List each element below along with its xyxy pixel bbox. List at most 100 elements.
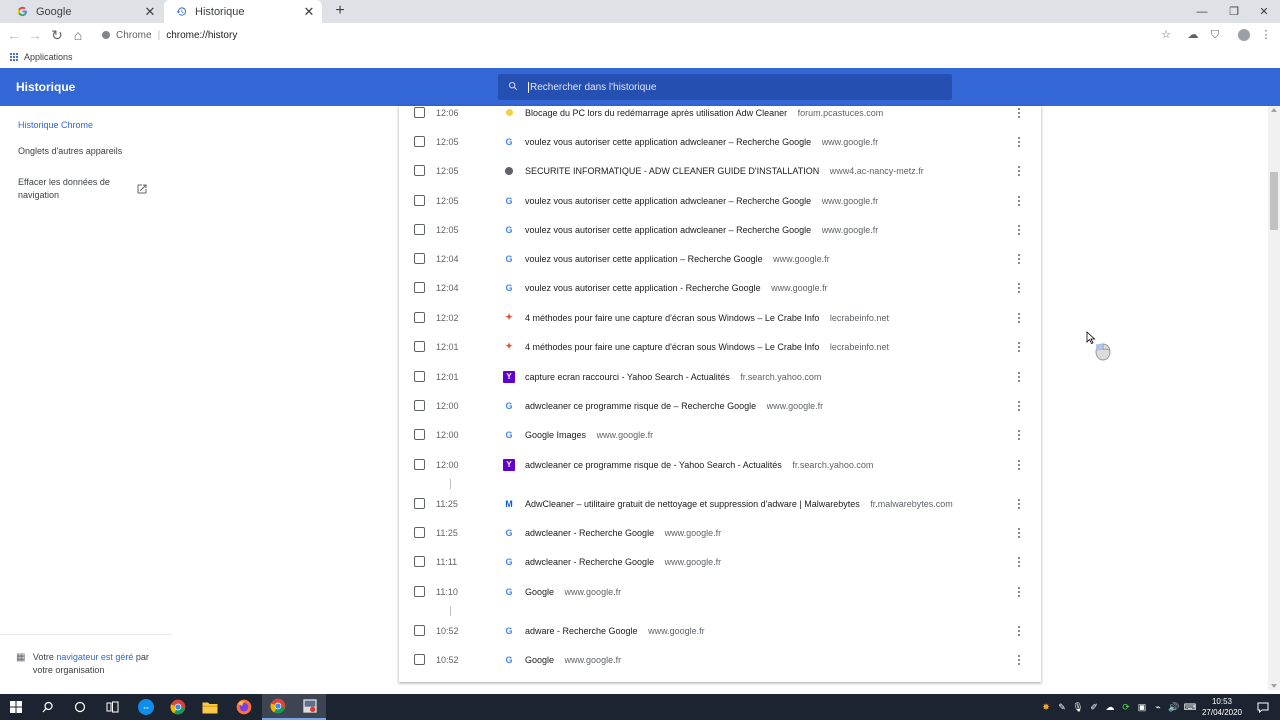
row-checkbox[interactable] (414, 195, 425, 206)
history-row[interactable]: 12:05 SECURITE INFORMATIQUE - ADW CLEANE… (399, 156, 1041, 185)
extension-shield-icon[interactable]: ⛉ (1207, 27, 1223, 43)
task-view-icon[interactable] (96, 694, 128, 720)
search-icon[interactable] (32, 694, 64, 720)
row-menu-icon[interactable] (1013, 585, 1025, 599)
row-domain[interactable]: www.google.fr (822, 196, 879, 206)
history-row[interactable]: 12:05 G voulez vous autoriser cette appl… (399, 215, 1041, 244)
row-title[interactable]: voulez vous autoriser cette application … (525, 254, 763, 264)
history-row[interactable]: 12:00 G Google Images www.google.fr (399, 420, 1041, 449)
home-icon[interactable]: ⌂ (70, 27, 86, 43)
row-menu-icon[interactable] (1013, 135, 1025, 149)
row-checkbox[interactable] (414, 654, 425, 665)
row-domain[interactable]: www.google.fr (565, 587, 622, 597)
open-external-icon[interactable] (136, 183, 148, 195)
history-row[interactable]: 12:01 Y capture ecran raccourci - Yahoo … (399, 362, 1041, 391)
history-row[interactable]: 12:00 Y adwcleaner ce programme risque d… (399, 450, 1041, 479)
row-menu-icon[interactable] (1013, 458, 1025, 472)
sidebar-item-clear-data[interactable]: Effacer les données de navigation (18, 176, 128, 202)
row-title[interactable]: adwcleaner - Recherche Google (525, 557, 654, 567)
row-menu-icon[interactable] (1013, 399, 1025, 413)
row-title[interactable]: Blocage du PC lors du redémarrage après … (525, 108, 787, 118)
profile-avatar-icon[interactable] (1236, 27, 1252, 43)
page-scrollbar[interactable] (1268, 106, 1280, 690)
row-checkbox[interactable] (414, 253, 425, 264)
history-row[interactable]: 12:00 G adwcleaner ce programme risque d… (399, 391, 1041, 420)
row-checkbox[interactable] (414, 527, 425, 538)
tray-pen-icon[interactable]: ✎ (1054, 694, 1070, 720)
row-checkbox[interactable] (414, 400, 425, 411)
row-title[interactable]: capture ecran raccourci - Yahoo Search -… (525, 372, 730, 382)
network-icon[interactable]: ⌁ (1150, 694, 1166, 720)
row-checkbox[interactable] (414, 498, 425, 509)
row-menu-icon[interactable] (1013, 223, 1025, 237)
row-menu-icon[interactable] (1013, 194, 1025, 208)
screen-recorder-icon[interactable] (294, 694, 326, 720)
row-domain[interactable]: fr.malwarebytes.com (870, 499, 953, 509)
row-checkbox[interactable] (414, 429, 425, 440)
history-row[interactable]: 10:52 G Google www.google.fr (399, 645, 1041, 674)
row-menu-icon[interactable] (1013, 281, 1025, 295)
keyboard-icon[interactable]: ⌨ (1182, 694, 1198, 720)
row-domain[interactable]: www.google.fr (648, 626, 705, 636)
row-domain[interactable]: lecrabeinfo.net (830, 342, 889, 352)
forward-arrow-icon[interactable]: → (27, 27, 43, 43)
history-row[interactable]: 11:25 G adwcleaner - Recherche Google ww… (399, 518, 1041, 547)
chrome-icon[interactable] (162, 694, 194, 720)
row-menu-icon[interactable] (1013, 526, 1025, 540)
onedrive-icon[interactable]: ☁ (1102, 694, 1118, 720)
row-domain[interactable]: www.google.fr (773, 254, 830, 264)
tab-close-icon[interactable]: ✕ (143, 4, 157, 19)
row-title[interactable]: voulez vous autoriser cette application … (525, 225, 811, 235)
back-arrow-icon[interactable]: ← (6, 27, 22, 43)
row-checkbox[interactable] (414, 312, 425, 323)
sidebar-item-chrome-history[interactable]: Historique Chrome (18, 120, 93, 130)
file-explorer-icon[interactable] (194, 694, 226, 720)
row-checkbox[interactable] (414, 282, 425, 293)
row-checkbox[interactable] (414, 586, 425, 597)
reload-icon[interactable]: ↻ (49, 27, 65, 43)
window-close-icon[interactable]: ✕ (1248, 0, 1280, 23)
row-checkbox[interactable] (414, 341, 425, 352)
row-title[interactable]: 4 méthodes pour faire une capture d'écra… (525, 342, 819, 352)
cortana-icon[interactable] (64, 694, 96, 720)
history-row[interactable]: 11:10 G Google www.google.fr (399, 577, 1041, 606)
row-checkbox[interactable] (414, 136, 425, 147)
tab-history[interactable]: Historique ✕ (164, 0, 322, 23)
bookmark-star-icon[interactable]: ☆ (1158, 27, 1174, 43)
row-domain[interactable]: lecrabeinfo.net (830, 313, 889, 323)
row-menu-icon[interactable] (1013, 497, 1025, 511)
row-title[interactable]: SECURITE INFORMATIQUE - ADW CLEANER GUID… (525, 166, 819, 176)
row-title[interactable]: adwcleaner ce programme risque de – Rech… (525, 401, 756, 411)
row-checkbox[interactable] (414, 556, 425, 567)
row-title[interactable]: voulez vous autoriser cette application … (525, 137, 811, 147)
restore-icon[interactable]: ❐ (1218, 0, 1250, 23)
omnibox[interactable]: Chrome | chrome://history (96, 25, 1176, 45)
row-title[interactable]: Google (525, 655, 554, 665)
row-title[interactable]: Google (525, 587, 554, 597)
row-domain[interactable]: forum.pcastuces.com (798, 108, 884, 118)
history-row[interactable]: 12:06 Blocage du PC lors du redémarrage … (399, 98, 1041, 127)
history-row[interactable]: 12:05 G voulez vous autoriser cette appl… (399, 127, 1041, 156)
row-menu-icon[interactable] (1013, 252, 1025, 266)
row-domain[interactable]: www.google.fr (565, 655, 622, 665)
tab-google[interactable]: Google ✕ (5, 0, 163, 23)
teamviewer-icon[interactable]: ⇔ (130, 694, 162, 720)
row-domain[interactable]: www4.ac-nancy-metz.fr (830, 166, 924, 176)
row-menu-icon[interactable] (1013, 311, 1025, 325)
search-input[interactable] (528, 81, 928, 93)
row-menu-icon[interactable] (1013, 340, 1025, 354)
row-title[interactable]: adware - Recherche Google (525, 626, 638, 636)
scroll-down-arrow-icon[interactable] (1271, 684, 1277, 688)
history-row[interactable]: 12:02 ✦ 4 méthodes pour faire une captur… (399, 303, 1041, 332)
chrome-menu-icon[interactable]: ⋮ (1258, 27, 1274, 43)
managed-browser-link[interactable]: navigateur est géré (56, 652, 133, 662)
row-checkbox[interactable] (414, 625, 425, 636)
row-domain[interactable]: www.google.fr (665, 557, 722, 567)
row-menu-icon[interactable] (1013, 106, 1025, 120)
history-row[interactable]: 12:05 G voulez vous autoriser cette appl… (399, 186, 1041, 215)
history-row[interactable]: 10:52 G adware - Recherche Google www.go… (399, 616, 1041, 645)
row-menu-icon[interactable] (1013, 624, 1025, 638)
row-domain[interactable]: fr.search.yahoo.com (792, 460, 873, 470)
windows-start-icon[interactable] (0, 694, 32, 720)
extension-cloud-icon[interactable]: ☁ (1185, 27, 1201, 43)
